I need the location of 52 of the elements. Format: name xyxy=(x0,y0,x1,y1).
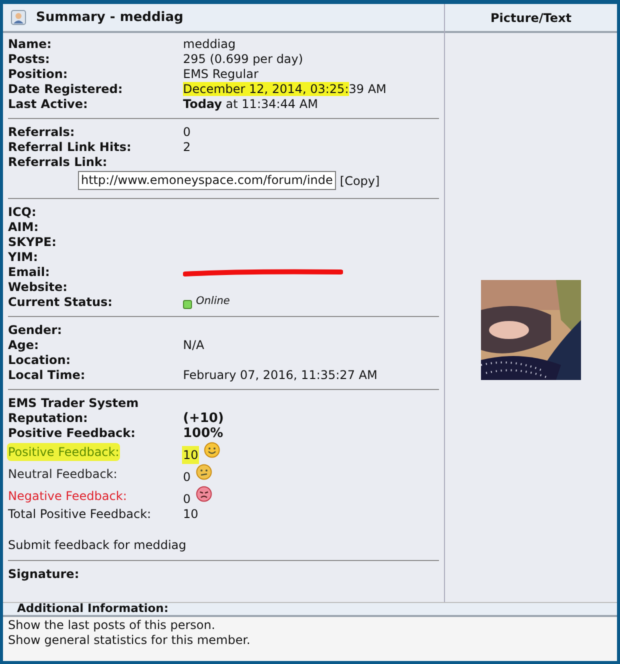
feedback-label: Positive Feedback: xyxy=(7,443,120,461)
field-label: Current Status: xyxy=(8,295,114,310)
field-label: Posts: xyxy=(8,52,51,67)
feedback-count: 0 xyxy=(183,491,191,508)
field-label: AIM: xyxy=(8,220,40,235)
field-value: 2 xyxy=(183,140,191,155)
field-value: December 12, 2014, 03:25:39 AM xyxy=(183,82,386,97)
info-link[interactable]: Show general statistics for this member. xyxy=(8,633,612,648)
field-label: Signature: xyxy=(8,567,80,582)
field-label: Positive Feedback: xyxy=(8,426,136,441)
column-title: Picture/Text xyxy=(490,10,572,26)
field-value: 0 xyxy=(183,125,191,140)
copy-link[interactable]: [Copy] xyxy=(340,172,380,190)
status-text: Online xyxy=(196,294,230,309)
field-label: Location: xyxy=(8,353,72,368)
panel-title: Summary - meddiag xyxy=(36,8,184,27)
field-value: meddiag xyxy=(183,37,236,52)
field-label: Date Registered: xyxy=(8,82,124,97)
feedback-label: Neutral Feedback: xyxy=(8,466,118,483)
submit-feedback-link[interactable]: Submit feedback for meddiag xyxy=(8,536,186,554)
field-label: Referrals Link: xyxy=(8,155,108,170)
field-label: Website: xyxy=(8,280,68,295)
info-link[interactable]: Show the last posts of this person. xyxy=(8,618,612,633)
section-heading: EMS Trader System xyxy=(8,396,139,411)
field-label: Referrals: xyxy=(8,125,76,140)
field-value: N/A xyxy=(183,338,204,353)
field-label: Name: xyxy=(8,37,53,52)
field-label: Email: xyxy=(8,265,51,280)
field-label: ICQ: xyxy=(8,205,38,220)
field-label: Reputation: xyxy=(8,411,89,426)
profile-icon xyxy=(11,10,26,25)
field-label: SKYPE: xyxy=(8,235,58,250)
field-value: Today at 11:34:44 AM xyxy=(183,97,318,112)
field-label: Referral Link Hits: xyxy=(8,140,132,155)
field-label: Last Active: xyxy=(8,97,89,112)
field-value: 295 (0.699 per day) xyxy=(183,52,304,67)
section-title: Additional Information: xyxy=(17,600,168,618)
field-label: Local Time: xyxy=(8,368,86,383)
feedback-count: 0 xyxy=(183,469,191,486)
link-field[interactable]: http://www.emoneyspace.com/forum/inde xyxy=(78,171,336,190)
field-value: (+10) xyxy=(183,411,224,426)
field-label: Age: xyxy=(8,338,40,353)
field-label: Position: xyxy=(8,67,69,82)
field-value: February 07, 2016, 11:35:27 AM xyxy=(183,368,378,383)
field-label: Total Positive Feedback: xyxy=(8,507,152,522)
feedback-label: Negative Feedback: xyxy=(8,488,127,505)
field-label: Gender: xyxy=(8,323,63,338)
field-value: 100% xyxy=(183,426,224,441)
field-value: 10 xyxy=(183,507,198,522)
feedback-count: 10 xyxy=(182,446,200,464)
field-label: YIM: xyxy=(8,250,39,265)
field-value: EMS Regular xyxy=(183,67,258,82)
